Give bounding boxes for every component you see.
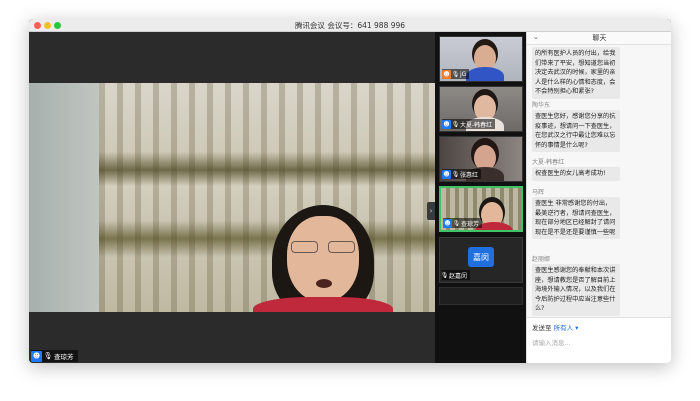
chat-message: 查医生感谢您的奉献和本次讲座，想请教您是否了解目前上海境外输入情况，以及我们在今… (532, 264, 620, 316)
main-participant-name: 查琼芳 (54, 353, 74, 361)
thumbnail-participant[interactable]: ☻ 🎙 jG (439, 36, 523, 82)
chat-sender: 陶华东 (532, 102, 551, 109)
microphone-icon: 🎙 (451, 170, 460, 178)
microphone-icon: 🎙 (452, 219, 461, 227)
speaker-shirt (253, 297, 393, 312)
user-icon: ☻ (442, 69, 451, 79)
chat-panel: ⌄ 聊天 的所有医护人员的付出，给我们带来了平安，想知道您当初决定去武汉的时候，… (526, 32, 671, 363)
main-video[interactable] (29, 83, 435, 312)
speaker-glasses (291, 241, 355, 255)
meeting-window: 腾讯会议 会议号：641 988 996 ☻ 🎙 查琼芳 › ☻ 🎙 jG ☻ … (29, 19, 671, 363)
main-participant-label: ☻ 🎙 查琼芳 (31, 350, 78, 362)
chat-header: ⌄ 聊天 (527, 32, 671, 45)
title-bar: 腾讯会议 会议号：641 988 996 (29, 19, 671, 32)
thumbnail-participant[interactable]: ☻ 🎙 张惠红 (439, 136, 523, 182)
chat-title: 聊天 (592, 34, 607, 42)
chat-message-input[interactable] (532, 336, 667, 350)
user-icon: ☻ (442, 169, 451, 179)
speaker-face (287, 216, 359, 302)
thumbnail-participant[interactable]: ☻ 🎙 大夏-韩春红 (439, 86, 523, 132)
thumbnail-name: 查琼芳 (461, 220, 480, 228)
send-to-dropdown[interactable]: 所有人 ▾ (554, 324, 579, 332)
thumbnail-name: 张惠红 (460, 171, 479, 179)
chat-message: 的所有医护人员的付出，给我们带来了平安，想知道您当初决定去武汉的时候，家里的亲人… (532, 47, 620, 99)
video-wall-background (29, 83, 109, 312)
user-icon: ☻ (443, 218, 452, 228)
microphone-muted-icon: 🎙 (440, 271, 449, 279)
participant-thumbnails: ☻ 🎙 jG ☻ 🎙 大夏-韩春红 ☻ 🎙 张惠红 ☻ 🎙 查琼芳 嘉闵 🎙 赵… (435, 32, 526, 363)
speaker-mouth (316, 279, 332, 288)
chat-message: 祝查医生的女儿高考成功! (532, 167, 620, 181)
thumbnail-name: 赵嘉闵 (449, 272, 468, 280)
user-icon: ☻ (442, 119, 451, 129)
chat-footer: 发送至 所有人 ▾ (527, 317, 671, 363)
window-title: 腾讯会议 会议号：641 988 996 (294, 21, 406, 30)
microphone-icon: 🎙 (451, 70, 460, 78)
video-curtain-background (99, 83, 435, 312)
chat-message: 查医生 非常感谢您的付出，最美逆行者，想请问查医生，现在部分地区已经解封了请问现… (532, 197, 620, 239)
thumbnail-name: 大夏-韩春红 (460, 121, 493, 129)
chat-message: 查医生您好，感谢您分享的抗疫事迹，想请问一下查医生，在您武汉之行中最让您难以忘怀… (532, 110, 620, 152)
send-to-label: 发送至 (532, 324, 552, 332)
thumbnail-participant-partial[interactable] (439, 287, 523, 305)
thumbnail-participant-active[interactable]: ☻ 🎙 查琼芳 (439, 186, 523, 232)
microphone-icon: 🎙 (43, 352, 53, 360)
thumbnail-participant[interactable]: 嘉闵 🎙 赵嘉闵 (439, 237, 523, 283)
user-icon: ☻ (31, 350, 42, 362)
send-to-row: 发送至 所有人 ▾ (532, 322, 578, 332)
collapse-panel-button[interactable]: › (427, 202, 435, 220)
chat-sender: 马辉 (532, 189, 545, 196)
thumbnail-name: jG (460, 70, 467, 78)
microphone-icon: 🎙 (451, 120, 460, 128)
chat-sender: 赵丽娜 (532, 256, 551, 263)
chat-sender: 大夏-韩春红 (532, 159, 565, 166)
chat-message-list[interactable]: 的所有医护人员的付出，给我们带来了平安，想知道您当初决定去武汉的时候，家里的亲人… (527, 45, 671, 317)
main-stage: ☻ 🎙 查琼芳 › (29, 32, 435, 363)
participant-avatar: 嘉闵 (468, 247, 494, 267)
